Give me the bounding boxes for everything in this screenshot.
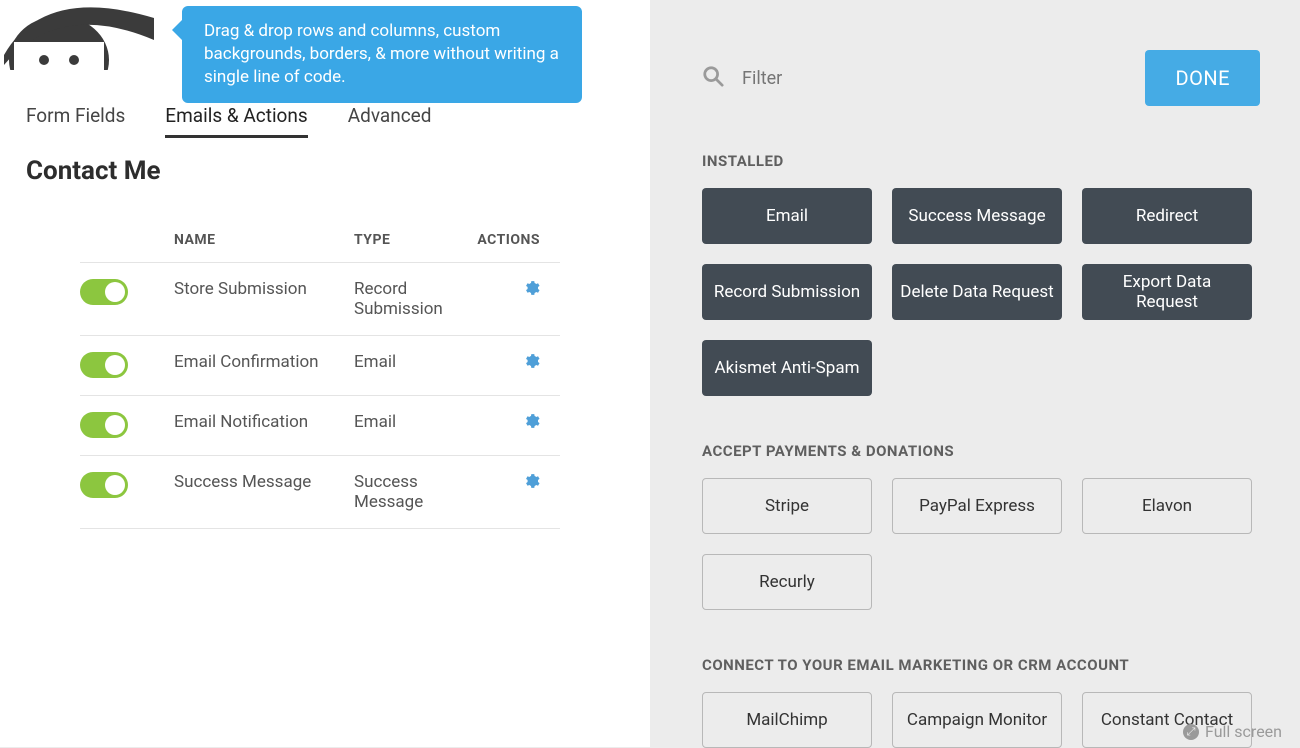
action-tile-export-data-request[interactable]: Export Data Request bbox=[1082, 264, 1252, 320]
tab-form-fields[interactable]: Form Fields bbox=[26, 104, 125, 138]
cell-type: Success Message bbox=[354, 472, 474, 512]
action-tile-stripe[interactable]: Stripe bbox=[702, 478, 872, 534]
actions-table: NAME TYPE ACTIONS Store Submission Recor… bbox=[80, 232, 560, 529]
cell-name[interactable]: Email Notification bbox=[174, 412, 354, 432]
row-settings-button[interactable] bbox=[474, 279, 560, 301]
action-tile-elavon[interactable]: Elavon bbox=[1082, 478, 1252, 534]
gear-icon bbox=[522, 472, 540, 490]
fullscreen-label: Full screen bbox=[1205, 722, 1282, 741]
table-row: Success Message Success Message bbox=[80, 455, 560, 529]
action-tile-mailchimp[interactable]: MailChimp bbox=[702, 692, 872, 748]
cell-type: Record Submission bbox=[354, 279, 474, 319]
cell-name[interactable]: Email Confirmation bbox=[174, 352, 354, 372]
col-header-name: NAME bbox=[174, 232, 354, 248]
cell-name[interactable]: Store Submission bbox=[174, 279, 354, 299]
gear-icon bbox=[522, 412, 540, 430]
toggle-enabled[interactable] bbox=[80, 279, 128, 305]
toggle-enabled[interactable] bbox=[80, 412, 128, 438]
action-tile-paypal-express[interactable]: PayPal Express bbox=[892, 478, 1062, 534]
tab-emails-actions[interactable]: Emails & Actions bbox=[165, 104, 307, 138]
table-row: Store Submission Record Submission bbox=[80, 262, 560, 335]
cell-type: Email bbox=[354, 412, 474, 432]
form-title: Contact Me bbox=[26, 156, 161, 186]
toggle-enabled[interactable] bbox=[80, 472, 128, 498]
promo-tooltip: Drag & drop rows and columns, custom bac… bbox=[182, 6, 582, 103]
table-row: Email Confirmation Email bbox=[80, 335, 560, 395]
tab-advanced[interactable]: Advanced bbox=[348, 104, 432, 138]
action-tile-record-submission[interactable]: Record Submission bbox=[702, 264, 872, 320]
gear-icon bbox=[522, 352, 540, 370]
col-header-actions: ACTIONS bbox=[474, 232, 560, 248]
right-panel: DONE INSTALLED Email Success Message Red… bbox=[652, 0, 1300, 747]
filter-input[interactable] bbox=[742, 68, 982, 89]
action-tile-akismet[interactable]: Akismet Anti-Spam bbox=[702, 340, 872, 396]
left-panel: Drag & drop rows and columns, custom bac… bbox=[0, 0, 650, 747]
section-title-installed: INSTALLED bbox=[702, 152, 1260, 170]
section-title-crm: CONNECT TO YOUR EMAIL MARKETING OR CRM A… bbox=[702, 656, 1260, 674]
action-tile-campaign-monitor[interactable]: Campaign Monitor bbox=[892, 692, 1062, 748]
tile-grid-payments: Stripe PayPal Express Elavon Recurly bbox=[702, 478, 1260, 610]
section-title-payments: ACCEPT PAYMENTS & DONATIONS bbox=[702, 442, 1260, 460]
cell-type: Email bbox=[354, 352, 474, 372]
action-tile-success-message[interactable]: Success Message bbox=[892, 188, 1062, 244]
tile-grid-installed: Email Success Message Redirect Record Su… bbox=[702, 188, 1260, 396]
builder-tabs: Form Fields Emails & Actions Advanced bbox=[26, 104, 431, 138]
expand-icon: ⤢ bbox=[1183, 724, 1199, 740]
row-settings-button[interactable] bbox=[474, 412, 560, 434]
toggle-enabled[interactable] bbox=[80, 352, 128, 378]
done-button[interactable]: DONE bbox=[1145, 50, 1260, 106]
fullscreen-toggle[interactable]: ⤢ Full screen bbox=[1183, 722, 1282, 741]
table-row: Email Notification Email bbox=[80, 395, 560, 455]
col-header-type: TYPE bbox=[354, 232, 474, 248]
action-tile-email[interactable]: Email bbox=[702, 188, 872, 244]
action-tile-recurly[interactable]: Recurly bbox=[702, 554, 872, 610]
row-settings-button[interactable] bbox=[474, 472, 560, 494]
app-logo bbox=[4, 0, 164, 74]
action-tile-redirect[interactable]: Redirect bbox=[1082, 188, 1252, 244]
tile-grid-crm: MailChimp Campaign Monitor Constant Cont… bbox=[702, 692, 1260, 748]
search-icon bbox=[702, 65, 724, 91]
gear-icon bbox=[522, 279, 540, 297]
cell-name[interactable]: Success Message bbox=[174, 472, 354, 492]
row-settings-button[interactable] bbox=[474, 352, 560, 374]
action-tile-delete-data-request[interactable]: Delete Data Request bbox=[892, 264, 1062, 320]
